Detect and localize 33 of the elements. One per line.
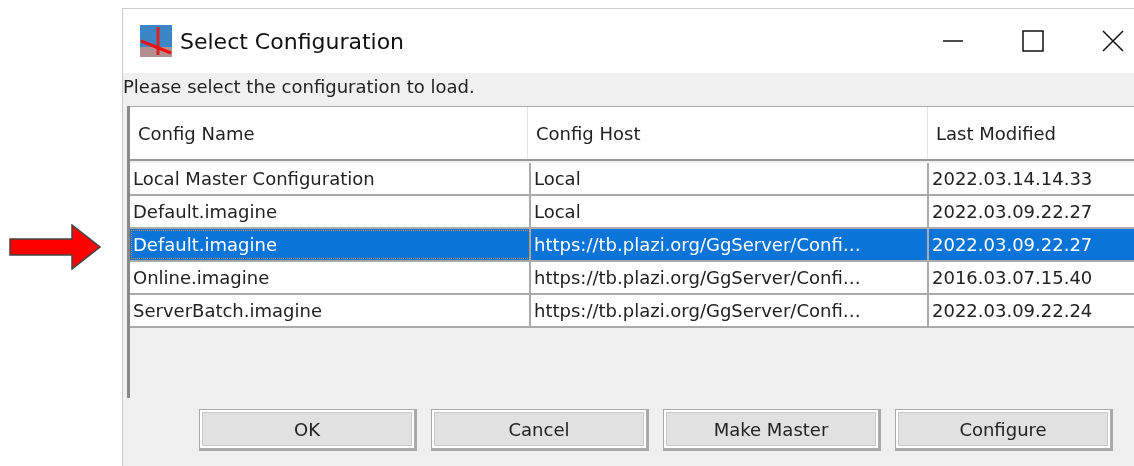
- table-cell: https://tb.plazi.org/GgServer/Confi…: [531, 295, 929, 326]
- dialog-button[interactable]: OK: [200, 410, 414, 448]
- table-row[interactable]: Default.imagine Local 2022.03.09.22.27: [130, 196, 1134, 229]
- column-header[interactable]: Config Host: [528, 107, 928, 159]
- table-cell: 2016.03.07.15.40: [929, 262, 1134, 293]
- instruction-text: Please select the configuration to load.: [123, 75, 476, 99]
- window-title: Select Configuration: [180, 28, 406, 54]
- table-row[interactable]: Online.imagine https://tb.plazi.org/GgServer/Confi… 2016.03.07.15.40: [130, 262, 1134, 295]
- app-icon: [140, 25, 172, 57]
- maximize-icon[interactable]: [1022, 30, 1044, 52]
- column-header[interactable]: Last Modified: [928, 107, 1134, 159]
- dialog-button[interactable]: Cancel: [432, 410, 646, 448]
- table-row[interactable]: ServerBatch.imagine https://tb.plazi.org/GgServer/Confi… 2022.03.09.22.24: [130, 295, 1134, 328]
- dialog-button[interactable]: Configure: [896, 410, 1110, 448]
- table-row[interactable]: Default.imagine https://tb.plazi.org/GgServer/Confi… 2022.03.09.22.27: [130, 229, 1134, 262]
- dialog-button[interactable]: Make Master: [664, 410, 878, 448]
- table-cell: 2022.03.14.14.33: [929, 163, 1134, 194]
- table-cell: Local: [531, 196, 929, 227]
- close-icon[interactable]: [1102, 30, 1124, 52]
- table-cell: Default.imagine: [130, 196, 531, 227]
- table-cell: 2022.03.09.22.24: [929, 295, 1134, 326]
- table-cell: 2022.03.09.22.27: [929, 229, 1134, 260]
- table-cell: Default.imagine: [130, 229, 531, 260]
- table-row[interactable]: Local Master Configuration Local 2022.03.14.14.33: [130, 163, 1134, 196]
- table-cell: https://tb.plazi.org/GgServer/Confi…: [531, 262, 929, 293]
- table-cell: Local: [531, 163, 929, 194]
- table-cell: Local Master Configuration: [130, 163, 531, 194]
- table-cell: Online.imagine: [130, 262, 531, 293]
- table-cell: 2022.03.09.22.27: [929, 196, 1134, 227]
- table-cell: https://tb.plazi.org/GgServer/Confi…: [531, 229, 929, 260]
- column-header[interactable]: Config Name: [130, 107, 528, 159]
- table-cell: ServerBatch.imagine: [130, 295, 531, 326]
- arrow-icon: [9, 224, 101, 270]
